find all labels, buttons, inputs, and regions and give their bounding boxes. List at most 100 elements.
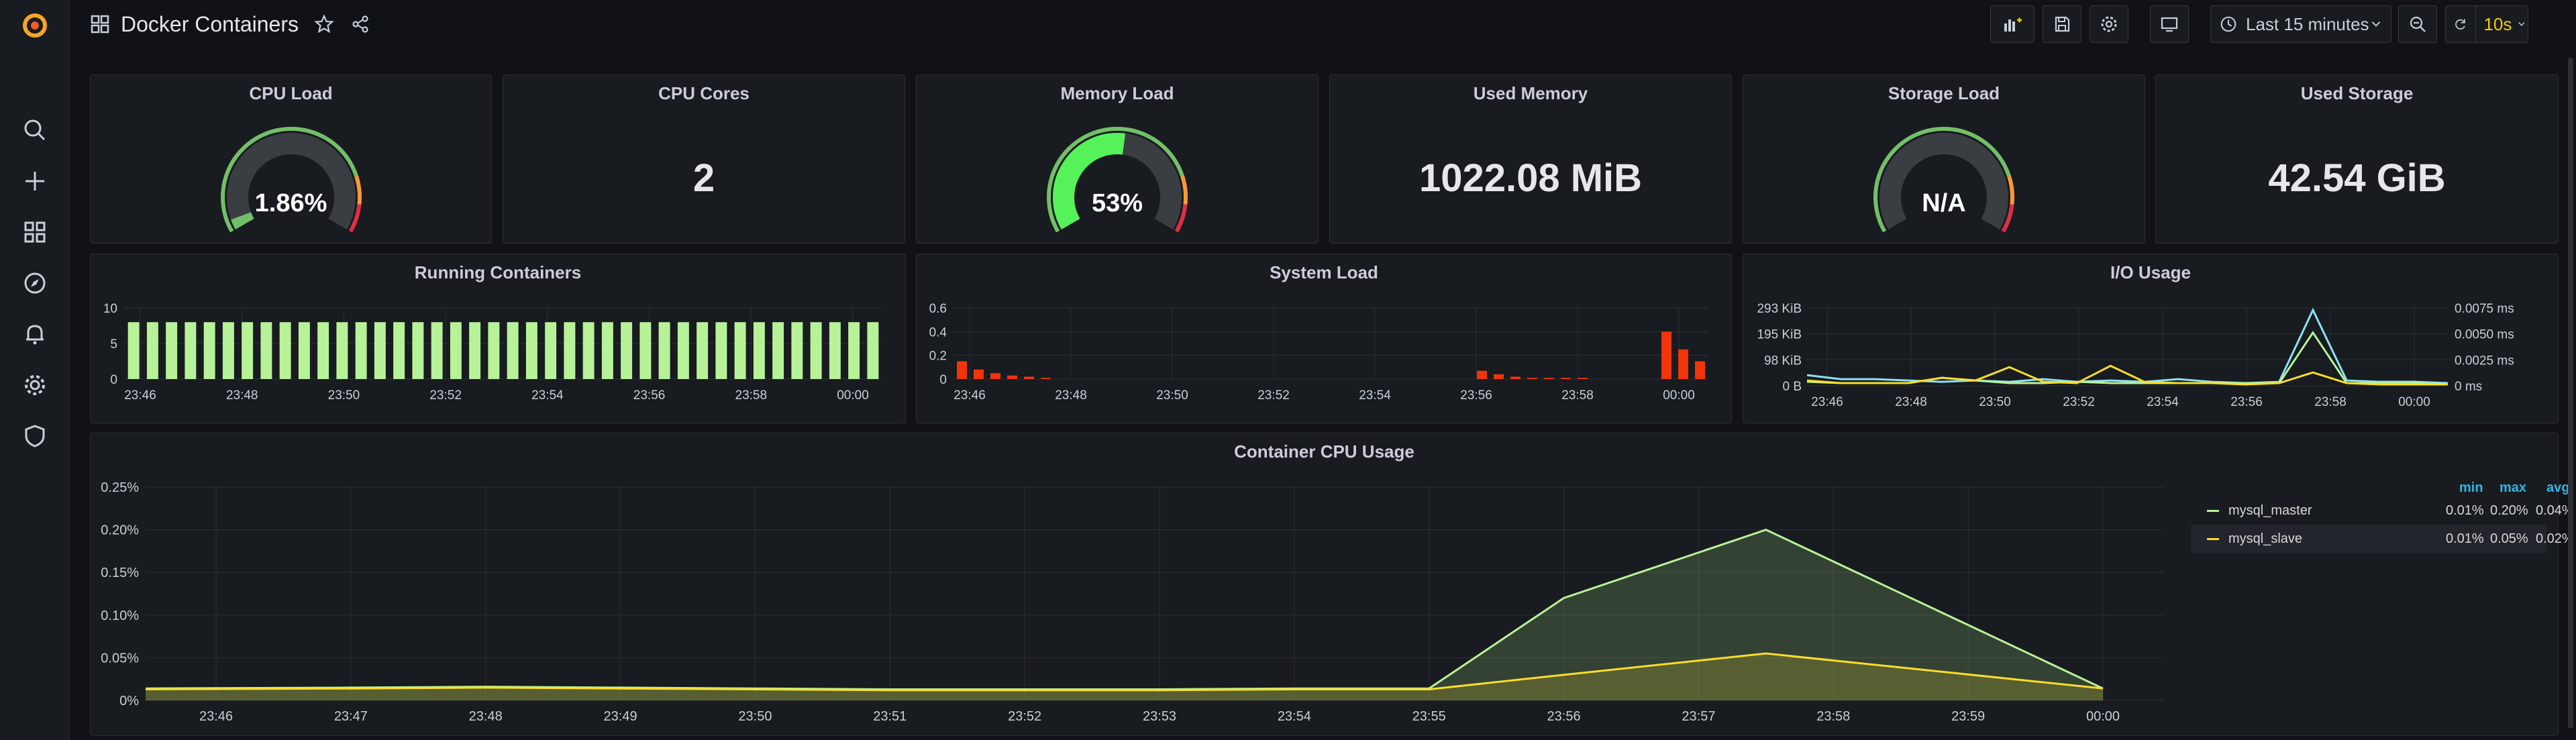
- bar: [1477, 370, 1487, 379]
- memory-load-gauge: [1047, 127, 1188, 233]
- panel-title: Memory Load: [1060, 83, 1174, 103]
- plus-icon[interactable]: [15, 161, 55, 201]
- bar: [990, 373, 1000, 379]
- legend-header-avg[interactable]: avg: [2546, 480, 2569, 496]
- settings-icon[interactable]: [15, 365, 55, 405]
- used-storage-panel[interactable]: Used Storage 42.54 GiB: [2155, 74, 2559, 244]
- x-tick-label: 23:48: [1055, 388, 1087, 403]
- used-storage-value: 42.54 GiB: [2268, 156, 2446, 200]
- legend-header-max[interactable]: max: [2500, 480, 2526, 496]
- bar: [848, 322, 860, 379]
- star-icon[interactable]: [313, 13, 335, 35]
- y-tick-label-right: 0.0050 ms: [2455, 328, 2514, 342]
- x-tick-label: 23:54: [1359, 388, 1391, 403]
- bar: [242, 322, 254, 379]
- io-usage-chart: 293 KiB 0.0075 ms 195 KiB 0.0050 ms 98 KiB 0.…: [1757, 302, 2514, 409]
- bar: [298, 322, 310, 379]
- zoom-out-icon: [2410, 16, 2426, 32]
- zoom-out-button[interactable]: [2398, 5, 2437, 43]
- bar: [1695, 361, 1705, 379]
- cpu-load-panel[interactable]: CPU Load 1.86%: [90, 74, 492, 244]
- container-cpu-usage-chart: 0.25% 0.20% 0.15% 0.10% 0.05% 0% 23:46 23:47 23:…: [101, 480, 2164, 724]
- y-tick-label: 0.05%: [101, 651, 139, 666]
- tv-mode-button[interactable]: [2150, 5, 2189, 43]
- bar: [525, 322, 537, 379]
- legend-series-name[interactable]: mysql_master: [2228, 503, 2312, 519]
- panel-title: CPU Cores: [658, 83, 750, 103]
- bar: [1510, 376, 1521, 379]
- bar: [677, 322, 689, 379]
- x-tick-label: 00:00: [2086, 709, 2120, 724]
- legend-max: 0.20%: [2490, 503, 2528, 518]
- dashboard-settings-button[interactable]: [2090, 5, 2128, 43]
- storage-load-panel[interactable]: Storage Load N/A: [1743, 74, 2145, 244]
- x-tick-label: 00:00: [1663, 388, 1695, 403]
- running-containers-panel[interactable]: Running Containers 10 5 0 23:46 23:48 23:50 23…: [90, 254, 906, 423]
- bar: [336, 322, 348, 379]
- add-panel-icon: [2004, 17, 2022, 32]
- x-tick-label: 23:46: [124, 388, 156, 403]
- bar: [639, 322, 652, 379]
- system-load-panel[interactable]: System Load 0.6 0.4 0.2 0 23:46 23:48 23:50 23:…: [916, 254, 1732, 423]
- refresh-icon[interactable]: [2453, 15, 2467, 34]
- bar: [810, 322, 822, 379]
- legend-row-mysql-master[interactable]: mysql_master 0.01% 0.20% 0.04%: [2191, 496, 2574, 525]
- used-memory-panel[interactable]: Used Memory 1022.08 MiB: [1329, 74, 1732, 244]
- refresh-interval-label: 10s: [2483, 13, 2512, 34]
- x-tick-label: 23:50: [738, 709, 772, 724]
- page-scrollbar[interactable]: [2568, 58, 2573, 729]
- bar: [185, 322, 197, 379]
- dashboard-title[interactable]: Docker Containers: [121, 12, 299, 37]
- bar: [658, 322, 670, 379]
- sidebar: [0, 0, 70, 740]
- legend-swatch: [2207, 509, 2219, 512]
- cpu-cores-value: 2: [692, 156, 715, 200]
- y-tick-label-right: 0 ms: [2455, 380, 2482, 394]
- refresh-picker[interactable]: 10s: [2445, 5, 2528, 43]
- bar: [355, 322, 367, 379]
- y-tick-label: 0.10%: [101, 609, 139, 623]
- bar: [753, 322, 765, 379]
- legend-row-mysql-slave[interactable]: mysql_slave 0.01% 0.05% 0.02%: [2191, 525, 2574, 553]
- memory-load-panel[interactable]: Memory Load 53%: [916, 74, 1319, 244]
- tv-mode-icon: [2161, 17, 2178, 32]
- x-tick-label: 23:54: [531, 388, 564, 403]
- x-tick-label: 23:58: [735, 388, 768, 403]
- legend-min: 0.01%: [2446, 531, 2484, 546]
- io-usage-panel[interactable]: I/O Usage 293 KiB 0.0075 ms 195 KiB 0.0050 …: [1743, 254, 2559, 423]
- panel-title: Used Memory: [1473, 83, 1588, 103]
- share-icon[interactable]: [350, 13, 371, 35]
- bar: [260, 322, 272, 379]
- y-tick-label-left: 195 KiB: [1757, 328, 1802, 342]
- shield-icon[interactable]: [15, 416, 55, 456]
- container-cpu-usage-panel[interactable]: Container CPU Usage 0.25% 0.20% 0.15% 0.10%…: [90, 433, 2574, 736]
- save-button[interactable]: [2043, 5, 2081, 43]
- chevron-down-icon: [2371, 21, 2381, 27]
- x-tick-label: 23:52: [1257, 388, 1290, 403]
- add-panel-button[interactable]: [1990, 5, 2034, 43]
- x-tick-label: 23:46: [199, 709, 233, 724]
- settings-icon: [2101, 16, 2117, 32]
- explore-icon[interactable]: [15, 263, 55, 303]
- bar: [1578, 378, 1588, 379]
- alerting-icon[interactable]: [15, 314, 55, 354]
- grafana-logo-icon[interactable]: [15, 5, 55, 46]
- bar: [601, 322, 613, 379]
- bar: [412, 322, 424, 379]
- x-tick-label: 23:50: [1979, 395, 2011, 409]
- cpu-cores-panel[interactable]: CPU Cores 2: [503, 74, 905, 244]
- legend-series-name[interactable]: mysql_slave: [2228, 531, 2302, 547]
- x-tick-label: 00:00: [837, 388, 869, 403]
- x-tick-label: 23:58: [1561, 388, 1594, 403]
- time-picker-button[interactable]: Last 15 minutes: [2210, 5, 2391, 43]
- bar: [772, 322, 784, 379]
- dashboards-icon[interactable]: [15, 212, 55, 252]
- bar: [582, 322, 595, 379]
- bar: [734, 322, 746, 379]
- x-tick-label: 23:58: [1816, 709, 1850, 724]
- legend-header-min[interactable]: min: [2459, 480, 2483, 496]
- x-tick-label: 23:53: [1143, 709, 1176, 724]
- legend-min: 0.01%: [2446, 503, 2484, 518]
- x-tick-label: 23:54: [2147, 395, 2179, 409]
- search-icon[interactable]: [15, 110, 55, 150]
